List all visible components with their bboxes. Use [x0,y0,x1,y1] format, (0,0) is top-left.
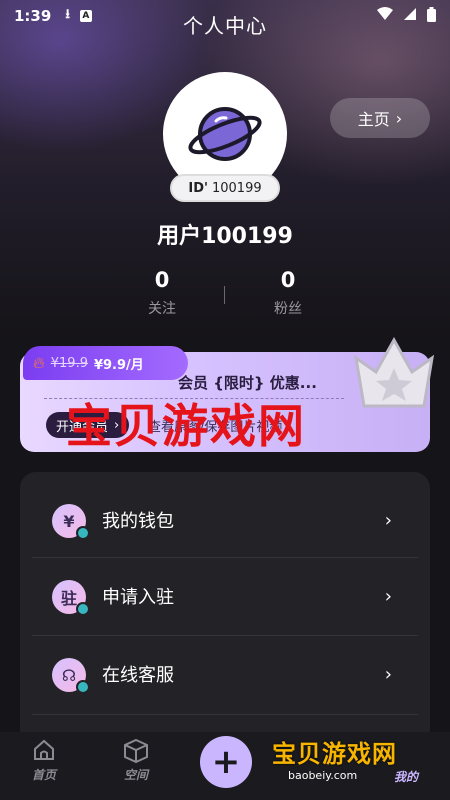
new-price: ¥9.9/月 [93,357,144,373]
chevron-right-icon: › [384,509,392,531]
username: 用户100199 [157,224,293,249]
menu-label-apply: 申请入驻 [102,587,174,608]
home-page-label: 主页 [357,110,390,129]
tab-space[interactable]: 空间 [106,738,166,783]
tab-space-label: 空间 [123,768,148,782]
user-id-pill: ID' 100199 [170,174,280,202]
page-title: 个人中心 [183,14,267,38]
followers-count: 0 [280,268,296,292]
home-page-button[interactable]: 主页 › [330,98,430,138]
fire-icon: 🔥︎ [33,353,45,372]
following-count: 0 [154,268,170,292]
followers-label: 粉丝 [274,301,302,317]
id-prefix: ID' [188,180,208,196]
menu-item-wallet[interactable]: ¥ 我的钱包 › [20,482,430,558]
crown-badge-icon [353,336,435,408]
stats-divider [224,286,225,304]
tab-home[interactable]: 首页 [14,738,74,783]
price-tag: 🔥︎ ¥19.9 ¥9.9/月 [23,346,188,380]
chevron-right-icon: › [384,663,392,685]
watermark-text: 宝贝游戏网 [66,399,306,453]
stat-following[interactable]: 0 关注 [122,268,202,318]
wallet-badge-icon [76,526,90,540]
stat-followers[interactable]: 0 粉丝 [248,268,328,318]
planet-avatar-icon [188,107,262,161]
id-value: 100199 [211,180,262,196]
chevron-right-icon: › [384,585,392,607]
menu-card: ¥ 我的钱包 › 驻 申请入驻 › ☊ 在线客服 › [20,472,430,762]
menu-divider [32,714,418,715]
old-price: ¥19.9 [50,355,88,371]
create-post-button[interactable]: + [200,736,252,788]
home-icon [14,738,74,766]
box-icon [106,738,166,766]
corner-watermark: 宝贝游戏网 baobeiy.com [272,734,422,792]
apply-badge-icon [76,602,90,616]
stats-row: 0 关注 0 粉丝 [0,268,450,328]
menu-item-apply[interactable]: 驻 申请入驻 › [20,558,430,634]
chevron-right-icon: › [395,108,403,128]
tab-home-label: 首页 [31,768,56,782]
plus-icon: + [211,742,241,782]
menu-label-support: 在线客服 [102,665,174,686]
following-label: 关注 [148,301,176,317]
corner-watermark-domain: baobeiy.com [288,769,358,782]
support-badge-icon [76,680,90,694]
menu-item-support[interactable]: ☊ 在线客服 › [20,636,430,712]
menu-label-wallet: 我的钱包 [102,511,174,532]
corner-watermark-text: 宝贝游戏网 [272,740,397,768]
